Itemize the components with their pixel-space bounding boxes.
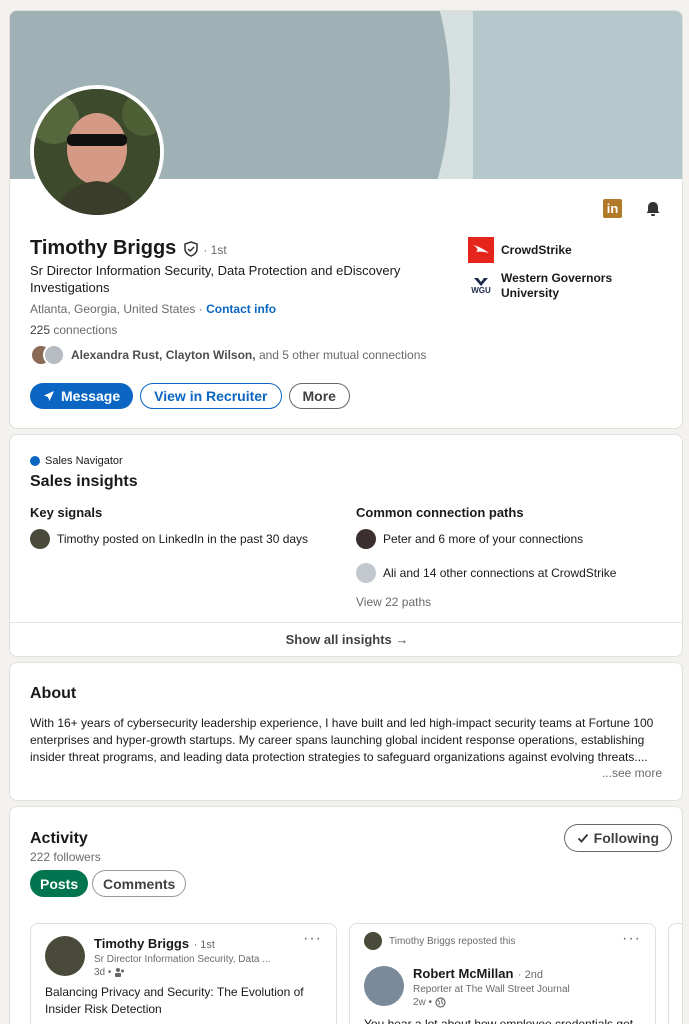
message-button[interactable]: Message bbox=[30, 383, 134, 409]
mutual-avatar bbox=[43, 344, 65, 366]
activity-title: Activity bbox=[30, 830, 88, 847]
connections-visibility-icon bbox=[115, 968, 125, 977]
more-button[interactable]: More bbox=[288, 383, 350, 409]
profile-location: Atlanta, Georgia, United States · Contac… bbox=[30, 302, 276, 316]
about-card: About With 16+ years of cybersecurity le… bbox=[9, 662, 683, 801]
profile-photo[interactable] bbox=[30, 85, 164, 219]
avatar bbox=[356, 563, 376, 583]
send-icon bbox=[44, 391, 54, 401]
see-more-link[interactable]: ...see more bbox=[601, 766, 662, 780]
view-in-recruiter-button[interactable]: View in Recruiter bbox=[140, 383, 282, 409]
about-text: With 16+ years of cybersecurity leadersh… bbox=[30, 716, 654, 764]
post-degree: · 2nd bbox=[517, 969, 543, 981]
mutual-names: Alexandra Rust, Clayton Wilson, bbox=[71, 348, 256, 362]
post-time: 3d • bbox=[94, 967, 112, 978]
org-crowdstrike[interactable]: CrowdStrike bbox=[468, 237, 572, 263]
verified-shield-icon[interactable] bbox=[183, 240, 199, 257]
check-icon bbox=[577, 833, 588, 843]
sales-navigator-label: Sales Navigator bbox=[45, 455, 123, 467]
post-text: Balancing Privacy and Security: The Evol… bbox=[45, 985, 304, 1016]
post-menu-button[interactable]: ··· bbox=[303, 930, 322, 948]
connection-paths-title: Common connection paths bbox=[356, 505, 524, 520]
globe-icon bbox=[435, 997, 446, 1008]
sales-insights-title: Sales insights bbox=[30, 473, 138, 490]
wgu-logo: WGU bbox=[468, 273, 494, 299]
post-menu-button[interactable]: ··· bbox=[622, 930, 641, 948]
avatar bbox=[356, 529, 376, 549]
org-wgu[interactable]: WGU Western Governors University bbox=[468, 271, 621, 301]
post-author[interactable]: Robert McMillan bbox=[413, 966, 513, 981]
post-text: You hear a lot about how employee creden… bbox=[364, 1017, 634, 1024]
post-subtitle: Sr Director Information Security, Data .… bbox=[94, 954, 271, 965]
connection-degree: · 1st bbox=[203, 242, 227, 257]
org-name: CrowdStrike bbox=[501, 243, 572, 257]
tab-posts[interactable]: Posts bbox=[30, 870, 89, 897]
tab-comments[interactable]: Comments bbox=[92, 870, 187, 897]
post-card[interactable]: Timothy Briggs reposted this ··· Robert … bbox=[349, 923, 656, 1024]
message-label: Message bbox=[61, 388, 121, 404]
profile-name: Timothy Briggs bbox=[30, 237, 177, 259]
about-title: About bbox=[30, 685, 77, 702]
key-signals-title: Key signals bbox=[30, 505, 103, 520]
show-all-insights-button[interactable]: Show all insights → bbox=[10, 632, 682, 647]
avatar bbox=[45, 936, 85, 976]
connection-path-item[interactable]: Peter and 6 more of your connections bbox=[356, 529, 583, 549]
post-card[interactable]: Timothy Briggs · 1st Sr Director Informa… bbox=[30, 923, 337, 1024]
connections-count[interactable]: 225 connections bbox=[30, 323, 117, 337]
mutual-connections[interactable]: Alexandra Rust, Clayton Wilson, and 5 ot… bbox=[30, 344, 426, 366]
post-degree: · 1st bbox=[193, 939, 215, 951]
following-button[interactable]: Following bbox=[563, 824, 672, 852]
connections-number: 225 bbox=[30, 323, 51, 337]
contact-info-link[interactable]: Contact info bbox=[206, 302, 276, 316]
profile-top-card: in Timothy Briggs · 1st Sr Director Info… bbox=[9, 10, 683, 429]
avatar bbox=[364, 966, 404, 1006]
followers-count: 222 followers bbox=[30, 850, 101, 864]
post-time: 2w • bbox=[413, 997, 433, 1008]
key-signal-item[interactable]: Timothy posted on LinkedIn in the past 3… bbox=[30, 529, 308, 549]
sales-navigator-icon bbox=[30, 456, 40, 466]
view-paths-link[interactable]: View 22 paths bbox=[356, 595, 431, 609]
avatar bbox=[30, 529, 50, 549]
connections-label: connections bbox=[53, 323, 118, 337]
connection-path-item[interactable]: Ali and 14 other connections at CrowdStr… bbox=[356, 563, 616, 583]
crowdstrike-logo bbox=[468, 237, 494, 263]
post-author[interactable]: Timothy Briggs bbox=[94, 936, 189, 951]
repost-line: Timothy Briggs reposted this bbox=[389, 935, 516, 947]
profile-headline: Sr Director Information Security, Data P… bbox=[30, 263, 401, 295]
post-card-peek[interactable] bbox=[668, 923, 682, 1024]
bell-icon[interactable] bbox=[644, 200, 662, 218]
sales-insights-card: Sales Navigator Sales insights Key signa… bbox=[9, 434, 683, 657]
linkedin-icon[interactable]: in bbox=[603, 199, 622, 218]
activity-card: Activity 222 followers Following Posts C… bbox=[9, 806, 683, 1024]
avatar bbox=[364, 932, 382, 950]
post-subtitle: Reporter at The Wall Street Journal bbox=[413, 984, 570, 995]
location-text: Atlanta, Georgia, United States · bbox=[30, 302, 203, 316]
org-name: Western Governors University bbox=[501, 271, 613, 300]
mutual-rest: and 5 other mutual connections bbox=[258, 348, 427, 362]
